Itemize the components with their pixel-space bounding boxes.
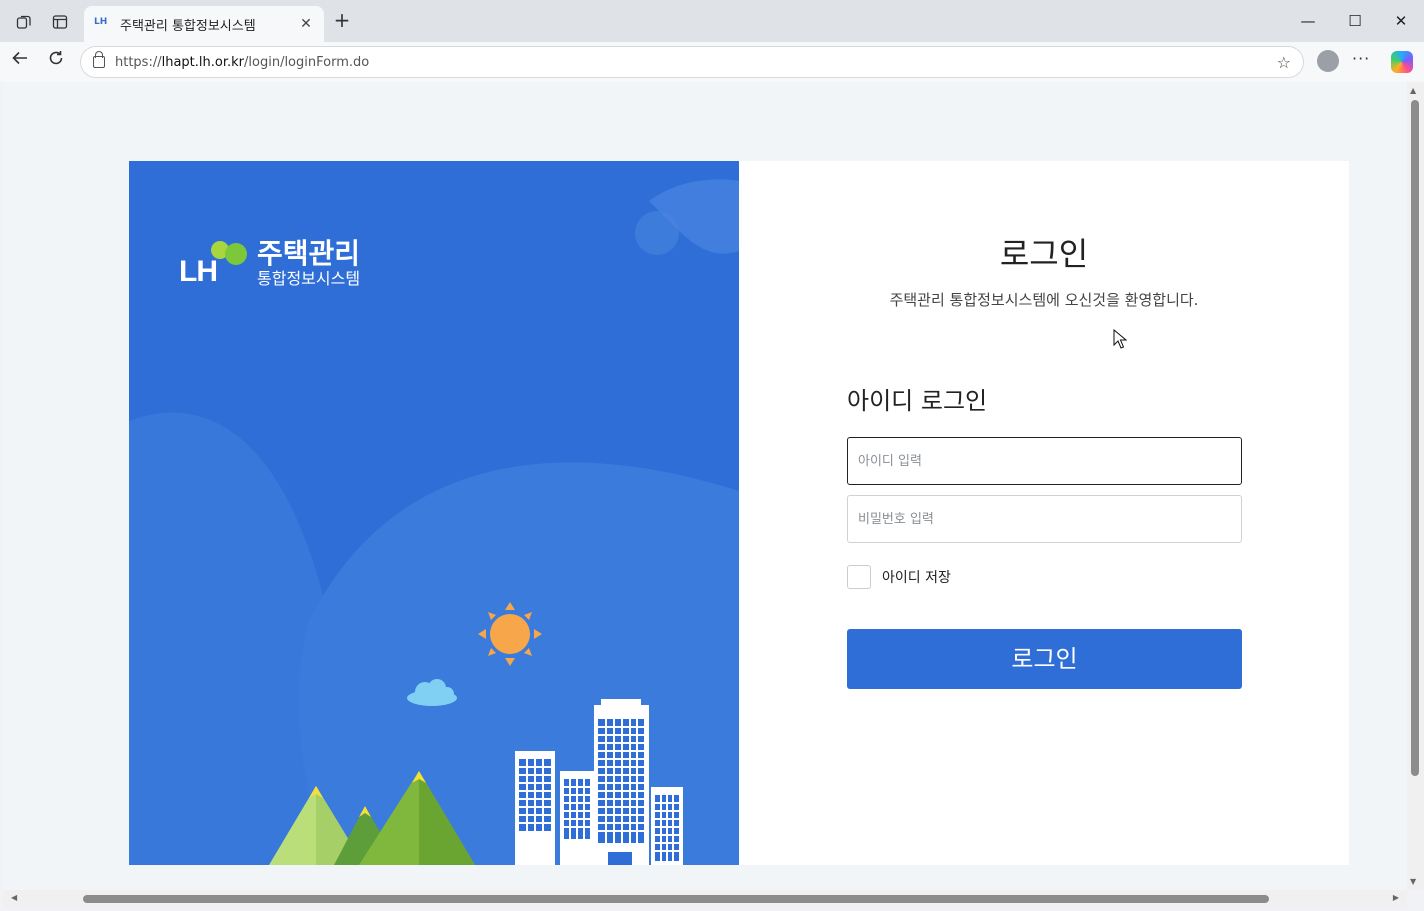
id-login-heading: 아이디 로그인 [847, 387, 988, 415]
browser-toolbar: https://lhapt.lh.or.kr/login/loginForm.d… [0, 42, 1424, 82]
close-window-icon[interactable]: ✕ [1381, 8, 1421, 34]
tab-actions-icon[interactable] [47, 9, 73, 35]
scroll-up-icon[interactable]: ▲ [1410, 86, 1416, 95]
back-arrow-icon[interactable] [7, 49, 33, 75]
horizontal-scrollbar[interactable]: ◀ ▶ [3, 890, 1407, 908]
favorite-star-icon[interactable]: ☆ [1277, 53, 1291, 72]
remember-id-label[interactable]: 아이디 저장 [882, 567, 951, 587]
maximize-icon[interactable]: ☐ [1335, 8, 1375, 34]
scroll-down-icon[interactable]: ▼ [1410, 877, 1416, 886]
url-text[interactable]: https://lhapt.lh.or.kr/login/loginForm.d… [115, 55, 1277, 70]
favicon-icon: LH [94, 17, 108, 27]
vertical-scroll-thumb[interactable] [1411, 100, 1419, 776]
hero-illustration-panel: LH 주택관리 통합정보시스템 [129, 161, 739, 865]
scroll-left-icon[interactable]: ◀ [11, 893, 17, 902]
new-tab-icon[interactable]: + [330, 9, 354, 33]
page-viewport: LH 주택관리 통합정보시스템 로그인 주택관리 통합정보시스템에 오신것을 환… [3, 82, 1407, 890]
minimize-icon[interactable]: — [1288, 8, 1328, 34]
address-bar[interactable]: https://lhapt.lh.or.kr/login/loginForm.d… [80, 46, 1304, 78]
tab-title: 주택관리 통합정보시스템 [120, 18, 256, 34]
remember-id-row[interactable]: 아이디 저장 [847, 565, 951, 589]
scroll-right-icon[interactable]: ▶ [1393, 893, 1399, 902]
vertical-scrollbar[interactable]: ▲ ▼ [1407, 82, 1424, 890]
refresh-icon[interactable] [43, 49, 69, 75]
lh-logo-icon: LH [179, 241, 251, 289]
url-host: lhapt.lh.or.kr [161, 54, 245, 70]
brand-logo: LH 주택관리 통합정보시스템 [179, 239, 360, 289]
more-menu-icon[interactable]: ··· [1352, 49, 1370, 68]
brand-title: 주택관리 [257, 237, 361, 270]
remember-id-checkbox[interactable] [847, 565, 871, 589]
welcome-text: 주택관리 통합정보시스템에 오신것을 환영합니다. [889, 291, 1199, 309]
workspaces-icon[interactable] [11, 9, 37, 35]
close-tab-icon[interactable]: ✕ [298, 16, 314, 32]
horizontal-scroll-thumb[interactable] [83, 895, 1269, 903]
id-input[interactable] [847, 437, 1242, 485]
brand-subtitle: 통합정보시스템 [257, 269, 361, 288]
page-title: 로그인 [999, 235, 1089, 273]
lh-logo-text: LH [179, 255, 218, 288]
login-button[interactable]: 로그인 [847, 629, 1242, 689]
url-path: /login/loginForm.do [244, 54, 370, 70]
mouse-cursor-icon [1113, 329, 1127, 349]
login-panel: 로그인 주택관리 통합정보시스템에 오신것을 환영합니다. 아이디 로그인 아이… [739, 161, 1349, 865]
browser-tab[interactable]: LH 주택관리 통합정보시스템 ✕ [84, 6, 324, 42]
url-prefix: https:// [115, 54, 162, 70]
profile-avatar-icon[interactable] [1317, 50, 1339, 72]
copilot-icon[interactable] [1391, 51, 1413, 73]
browser-titlebar: LH 주택관리 통합정보시스템 ✕ + — ☐ ✕ [0, 0, 1424, 42]
password-input[interactable] [847, 495, 1242, 543]
lock-icon[interactable] [93, 51, 105, 68]
